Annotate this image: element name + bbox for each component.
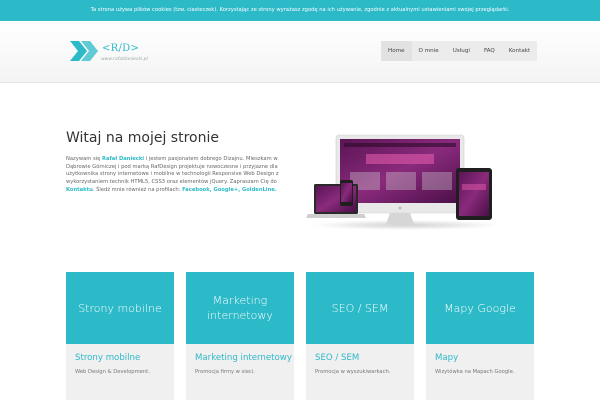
intro-paragraph: Nazywam się Rafał Daniecki i jestem pasj… <box>66 156 294 195</box>
logo-text: <R/D> <box>102 43 140 54</box>
social-profiles-links[interactable]: Facebook, Google+, GoldenLine. <box>182 187 277 193</box>
card-title[interactable]: Strony mobilne <box>75 353 174 364</box>
site-logo[interactable]: <R/D> www.rafaldaniecki.pl <box>70 41 160 69</box>
card-description: Web Design & Development. <box>75 369 150 375</box>
nav-item-uslugi[interactable]: Usługi <box>446 41 477 61</box>
card-banner: Mapy Google <box>426 272 534 344</box>
card-description: Promocja w wyszukiwarkach. <box>315 369 391 375</box>
intro-text-part: Nazywam się <box>66 156 102 162</box>
card-description: Wizytówka na Mapach Google. <box>435 369 515 375</box>
card-banner: Marketing internetowy <box>186 272 294 344</box>
card-title[interactable]: SEO / SEM <box>315 353 414 364</box>
cookie-notice-bar: Ta strona używa plików cookies (tzw. cia… <box>0 0 600 21</box>
site-header: <R/D> www.rafaldaniecki.pl Home O mnie U… <box>0 21 600 83</box>
card-mapy-google[interactable]: Mapy Google Mapy Wizytówka na Mapach Goo… <box>426 272 534 400</box>
intro-text-part: . Śledź mnie również na profilach: <box>92 186 183 193</box>
cookie-notice-text: Ta strona używa plików cookies (tzw. cia… <box>90 7 510 13</box>
author-name: Rafał Daniecki <box>101 156 145 162</box>
card-banner: SEO / SEM <box>306 272 414 344</box>
card-title[interactable]: Marketing internetowy <box>195 353 294 364</box>
main-navigation: Home O mnie Usługi FAQ Kontakt <box>381 41 538 61</box>
nav-item-o-mnie[interactable]: O mnie <box>412 41 446 61</box>
card-seo-sem[interactable]: SEO / SEM SEO / SEM Promocja w wyszukiwa… <box>306 272 414 400</box>
card-marketing-internetowy[interactable]: Marketing internetowy Marketing internet… <box>186 272 294 400</box>
services-cards: Strony mobilne Strony mobilne Web Design… <box>66 272 534 400</box>
nav-item-faq[interactable]: FAQ <box>477 41 502 61</box>
card-description: Promocja firmy w sieci. <box>195 369 255 375</box>
card-banner: Strony mobilne <box>66 272 174 344</box>
logo-url: www.rafaldaniecki.pl <box>101 57 148 62</box>
responsive-devices-illustration <box>306 132 506 232</box>
card-title[interactable]: Mapy <box>435 353 534 364</box>
contact-link[interactable]: Kontaktu <box>66 187 93 193</box>
card-strony-mobilne[interactable]: Strony mobilne Strony mobilne Web Design… <box>66 272 174 400</box>
nav-item-home[interactable]: Home <box>381 41 412 61</box>
intro-heading: Witaj na mojej stronie <box>66 130 219 146</box>
nav-item-kontakt[interactable]: Kontakt <box>502 41 537 61</box>
